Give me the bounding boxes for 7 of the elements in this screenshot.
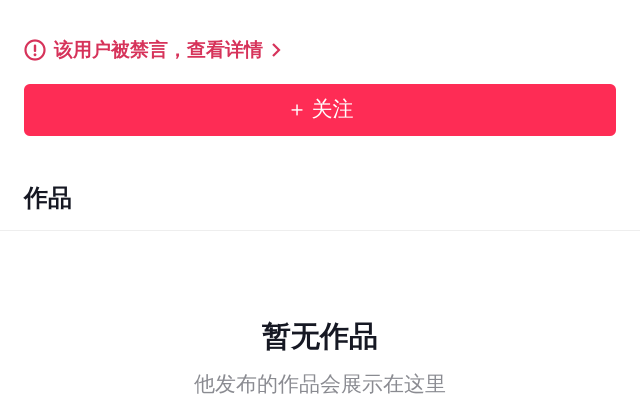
- chevron-right-icon: [271, 42, 281, 58]
- ban-notice-link[interactable]: 该用户被禁言，查看详情: [54, 36, 263, 64]
- follow-button[interactable]: ＋ 关注: [24, 84, 616, 136]
- warning-icon: [24, 39, 46, 61]
- empty-subtitle: 他发布的作品会展示在这里: [194, 370, 446, 398]
- section-title: 作品: [24, 184, 72, 212]
- empty-title: 暂无作品: [262, 318, 378, 355]
